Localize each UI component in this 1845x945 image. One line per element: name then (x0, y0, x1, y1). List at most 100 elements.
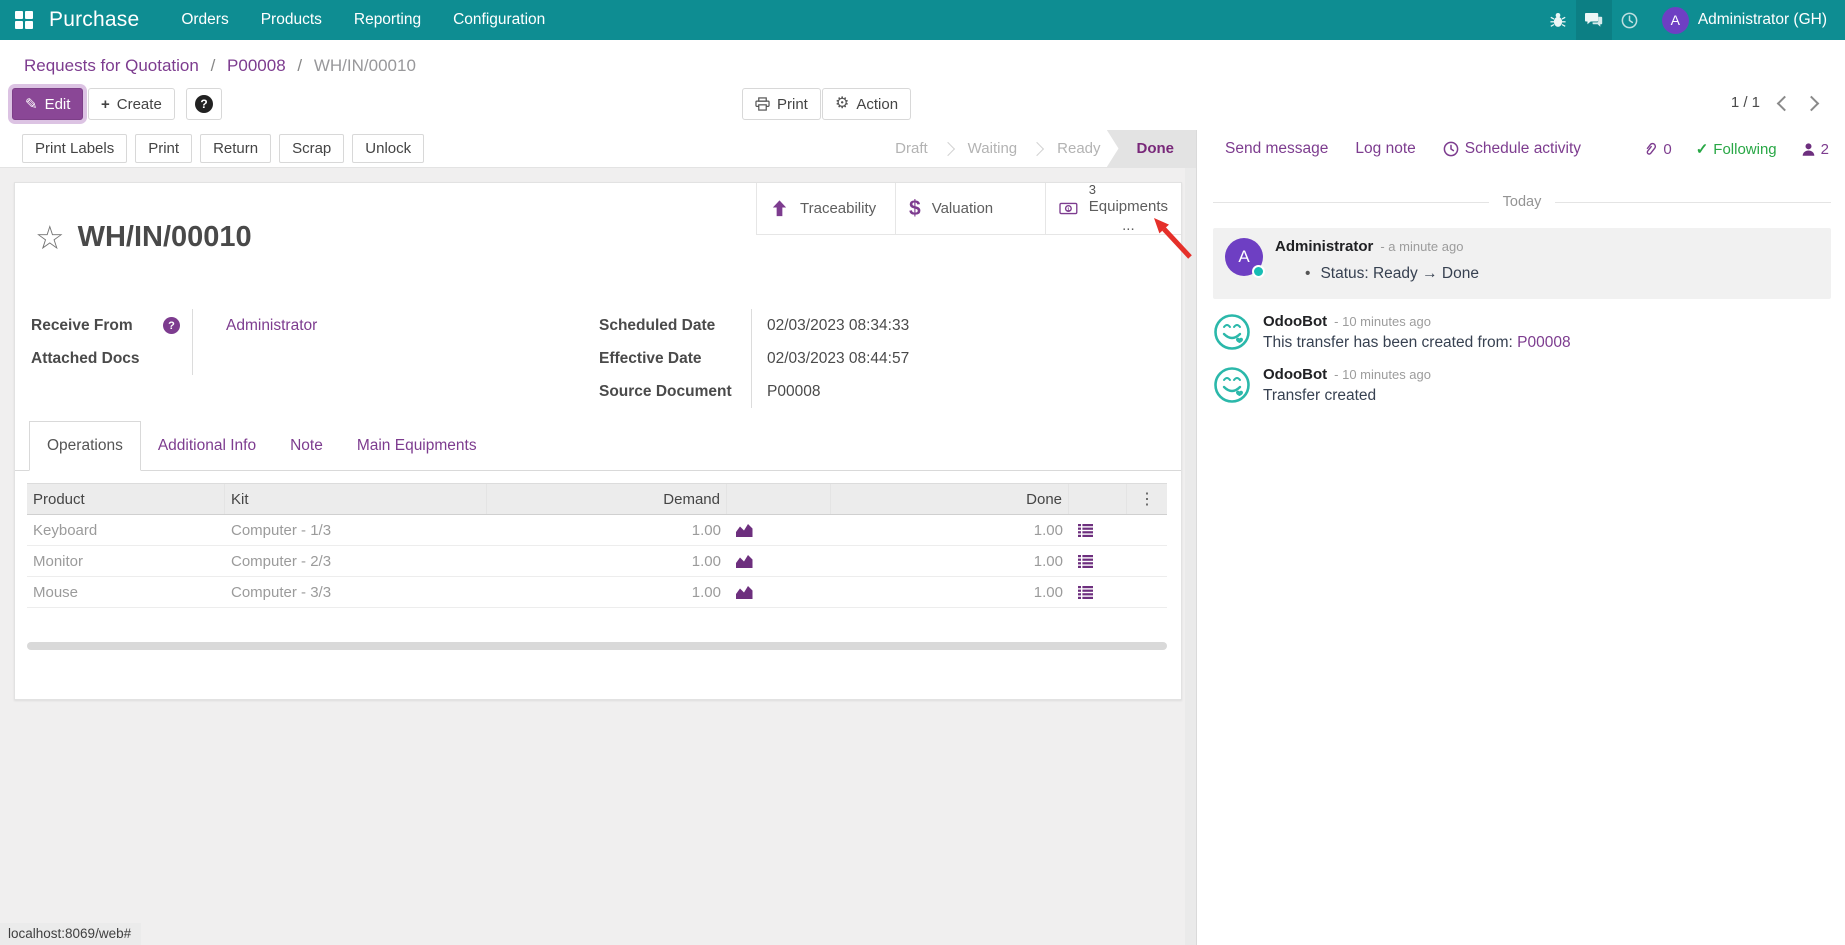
tab-note[interactable]: Note (273, 421, 340, 470)
arrow-up-icon (770, 199, 789, 218)
create-button[interactable]: + Create (88, 88, 175, 120)
topbar-right: A Administrator (GH) (1540, 0, 1845, 40)
field-label-attached-docs: Attached Docs (31, 350, 192, 368)
schedule-activity-button[interactable]: Schedule activity (1443, 140, 1581, 158)
forecast-chart-icon[interactable] (727, 554, 831, 568)
user-icon (1801, 142, 1816, 157)
odoobot-avatar (1213, 313, 1251, 351)
message-odoobot-2: OdooBot - 10 minutes ago Transfer create… (1213, 366, 1831, 405)
tab-main-equipments[interactable]: Main Equipments (340, 421, 494, 470)
money-icon: 1 (1059, 199, 1078, 218)
print-doc-button[interactable]: Print (135, 134, 192, 163)
apps-grid-icon[interactable] (15, 11, 33, 29)
menu-orders[interactable]: Orders (165, 11, 244, 29)
message-author[interactable]: OdooBot (1263, 366, 1327, 383)
action-button[interactable]: ⚙ Action (822, 88, 911, 120)
smart-buttons: Traceability $ Valuation 1 3 Equipments … (756, 183, 1181, 235)
message-author[interactable]: Administrator (1275, 238, 1373, 255)
column-options-kebab-icon[interactable]: ⋮ (1139, 489, 1155, 509)
help-button[interactable]: ? (186, 88, 222, 120)
partner-link[interactable]: Administrator (226, 317, 317, 335)
detailed-operations-list-icon[interactable] (1069, 524, 1127, 537)
field-value-attached-docs[interactable] (192, 342, 491, 375)
menu-configuration[interactable]: Configuration (437, 11, 561, 29)
followers-button[interactable]: 2 (1801, 141, 1829, 158)
message-author[interactable]: OdooBot (1263, 313, 1327, 330)
send-message-button[interactable]: Send message (1225, 140, 1328, 158)
activities-clock-icon[interactable] (1612, 0, 1648, 40)
operations-table: Product Kit Demand Done ⋮ Keyboard Compu… (27, 483, 1167, 608)
col-header-demand[interactable]: Demand (487, 484, 727, 514)
step-ready[interactable]: Ready (1057, 140, 1100, 157)
equipments-label: Equipments ... (1089, 198, 1168, 236)
tab-additional-info[interactable]: Additional Info (141, 421, 273, 470)
favorite-star-icon[interactable]: ☆ (35, 221, 65, 254)
field-label-receive-from: Receive From ? (31, 317, 192, 335)
field-value-scheduled-date: 02/03/2023 08:34:33 (751, 309, 1159, 342)
user-avatar[interactable]: A (1662, 7, 1689, 34)
col-header-kit[interactable]: Kit (225, 484, 487, 514)
main-menu: Orders Products Reporting Configuration (165, 0, 561, 40)
table-row-monitor[interactable]: Monitor Computer - 2/3 1.00 1.00 (27, 546, 1167, 577)
col-header-product[interactable]: Product (27, 484, 225, 514)
odoobot-avatar (1213, 366, 1251, 404)
print-button[interactable]: Print (742, 88, 821, 120)
date-divider: Today (1213, 194, 1831, 210)
field-value-receive-from: Administrator (192, 309, 491, 342)
detailed-operations-list-icon[interactable] (1069, 555, 1127, 568)
step-done-active[interactable]: Done (1107, 130, 1197, 168)
forecast-chart-icon[interactable] (727, 585, 831, 599)
pager-next-icon[interactable] (1804, 96, 1820, 112)
breadcrumb-separator: / (297, 56, 302, 75)
status-pipeline: Draft Waiting Ready Done (895, 130, 1196, 168)
record-form-card: Traceability $ Valuation 1 3 Equipments … (14, 182, 1182, 700)
source-record-link[interactable]: P00008 (1517, 334, 1570, 351)
print-labels-button[interactable]: Print Labels (22, 134, 127, 163)
scrap-button[interactable]: Scrap (279, 134, 344, 163)
table-row-keyboard[interactable]: Keyboard Computer - 1/3 1.00 1.00 (27, 515, 1167, 546)
message-body: This transfer has been created from: P00… (1263, 334, 1571, 352)
browser-status-text: localhost:8069/web# (0, 923, 141, 945)
pager-previous-icon[interactable] (1777, 96, 1793, 112)
bullet-icon: • (1305, 265, 1310, 283)
debug-bug-icon[interactable] (1540, 0, 1576, 40)
field-group-left: Receive From ? Administrator Attached Do… (31, 309, 491, 375)
step-draft[interactable]: Draft (895, 140, 928, 157)
return-button[interactable]: Return (200, 134, 271, 163)
page: Purchase Orders Products Reporting Confi… (0, 0, 1845, 945)
traceability-button[interactable]: Traceability (756, 183, 895, 234)
message-time: - 10 minutes ago (1334, 314, 1431, 329)
record-pager: 1 / 1 (1731, 94, 1760, 111)
breadcrumb-link-p00008[interactable]: P00008 (227, 56, 286, 75)
edit-button[interactable]: ✎ Edit (12, 88, 83, 120)
table-row-mouse[interactable]: Mouse Computer - 3/3 1.00 1.00 (27, 577, 1167, 608)
attachments-button[interactable]: 0 (1643, 141, 1671, 158)
user-menu[interactable]: Administrator (GH) (1698, 11, 1827, 29)
message-time: - a minute ago (1380, 239, 1463, 254)
status-bar: Print Labels Print Return Scrap Unlock D… (0, 130, 1196, 168)
breadcrumb-current: WH/IN/00010 (314, 56, 416, 75)
tab-operations[interactable]: Operations (29, 421, 141, 471)
messages-chat-icon[interactable] (1576, 0, 1612, 40)
app-name[interactable]: Purchase (49, 8, 139, 32)
forecast-chart-icon[interactable] (727, 523, 831, 537)
log-note-button[interactable]: Log note (1355, 140, 1415, 158)
breadcrumb-link-rfq[interactable]: Requests for Quotation (24, 56, 199, 75)
detailed-operations-list-icon[interactable] (1069, 586, 1127, 599)
record-title: WH/IN/00010 (78, 221, 252, 254)
equipments-button[interactable]: 1 3 Equipments ... (1045, 183, 1181, 234)
valuation-button[interactable]: $ Valuation (895, 183, 1045, 234)
field-help-icon[interactable]: ? (163, 317, 180, 334)
clock-icon (1443, 141, 1459, 157)
step-waiting[interactable]: Waiting (968, 140, 1017, 157)
vertical-scrollbar[interactable] (1185, 168, 1196, 945)
menu-products[interactable]: Products (245, 11, 338, 29)
chatter-actions: Send message Log note Schedule activity … (1197, 130, 1845, 168)
field-value-effective-date: 02/03/2023 08:44:57 (751, 342, 1159, 375)
col-header-done[interactable]: Done (831, 484, 1069, 514)
menu-reporting[interactable]: Reporting (338, 11, 437, 29)
unlock-button[interactable]: Unlock (352, 134, 424, 163)
horizontal-scrollbar[interactable] (27, 642, 1167, 650)
following-button[interactable]: ✓ Following (1696, 140, 1777, 158)
field-label-source-document: Source Document (599, 383, 751, 401)
